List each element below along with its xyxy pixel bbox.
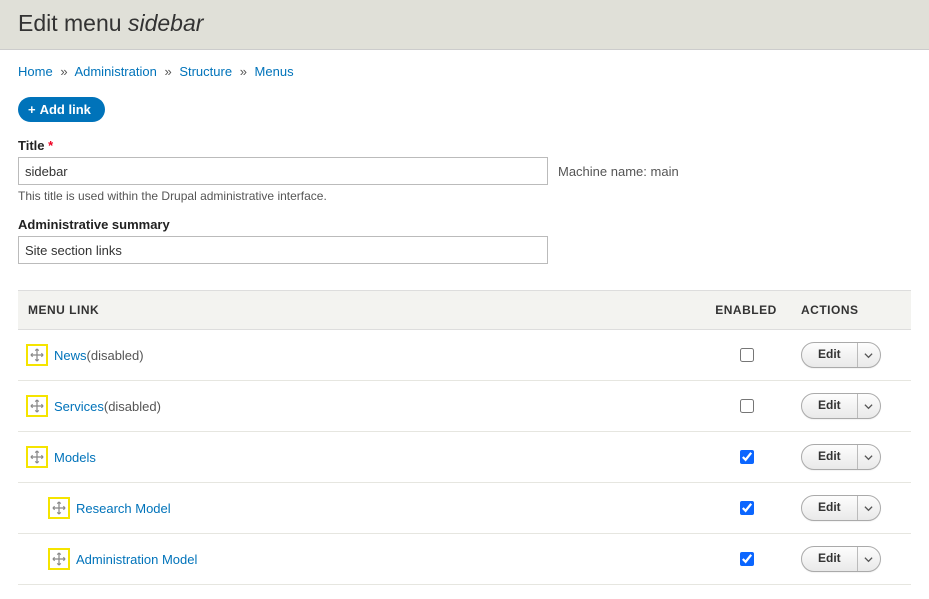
menu-link[interactable]: Administration Model bbox=[76, 552, 197, 567]
disabled-tag: (disabled) bbox=[87, 348, 144, 363]
table-row: Models Edit bbox=[18, 432, 911, 483]
breadcrumb-structure[interactable]: Structure bbox=[179, 64, 232, 79]
col-menu-link: MENU LINK bbox=[18, 291, 701, 330]
machine-name: Machine name: main bbox=[558, 164, 679, 179]
breadcrumb: Home » Administration » Structure » Menu… bbox=[18, 64, 911, 79]
chevron-down-icon[interactable] bbox=[858, 496, 880, 520]
chevron-down-icon[interactable] bbox=[858, 343, 880, 367]
page-title-bar: Edit menu sidebar bbox=[0, 0, 929, 50]
title-label: Title * bbox=[18, 138, 911, 153]
add-link-button[interactable]: + Add link bbox=[18, 97, 105, 122]
summary-field: Administrative summary bbox=[18, 217, 911, 264]
edit-button-label: Edit bbox=[802, 496, 858, 520]
page-title-em: sidebar bbox=[128, 10, 203, 36]
edit-button-label: Edit bbox=[802, 343, 858, 367]
edit-button-label: Edit bbox=[802, 445, 858, 469]
drag-handle-icon[interactable] bbox=[28, 448, 46, 466]
page-title: Edit menu sidebar bbox=[18, 10, 911, 37]
page-title-prefix: Edit menu bbox=[18, 10, 128, 36]
edit-button-label: Edit bbox=[802, 547, 858, 571]
chevron-down-icon[interactable] bbox=[858, 547, 880, 571]
breadcrumb-sep: » bbox=[240, 64, 247, 79]
disabled-tag: (disabled) bbox=[104, 399, 161, 414]
edit-button-label: Edit bbox=[802, 394, 858, 418]
drag-handle-icon[interactable] bbox=[28, 346, 46, 364]
col-enabled: ENABLED bbox=[701, 291, 791, 330]
chevron-down-icon[interactable] bbox=[858, 394, 880, 418]
drag-handle-icon[interactable] bbox=[28, 397, 46, 415]
drag-handle-icon[interactable] bbox=[50, 550, 68, 568]
edit-button[interactable]: Edit bbox=[801, 495, 881, 521]
required-marker: * bbox=[48, 138, 53, 153]
drag-handle-icon[interactable] bbox=[50, 499, 68, 517]
table-row: Administration Model Edit bbox=[18, 534, 911, 585]
enabled-checkbox[interactable] bbox=[740, 501, 754, 515]
summary-input[interactable] bbox=[18, 236, 548, 264]
title-help: This title is used within the Drupal adm… bbox=[18, 189, 911, 203]
plus-icon: + bbox=[28, 102, 36, 117]
add-link-label: Add link bbox=[40, 102, 91, 117]
summary-label: Administrative summary bbox=[18, 217, 911, 232]
enabled-checkbox[interactable] bbox=[740, 399, 754, 413]
edit-button[interactable]: Edit bbox=[801, 444, 881, 470]
breadcrumb-menus[interactable]: Menus bbox=[255, 64, 294, 79]
table-row: Research Model Edit bbox=[18, 483, 911, 534]
edit-button[interactable]: Edit bbox=[801, 393, 881, 419]
enabled-checkbox[interactable] bbox=[740, 552, 754, 566]
edit-button[interactable]: Edit bbox=[801, 546, 881, 572]
menu-links-table: MENU LINK ENABLED ACTIONS News (disabled… bbox=[18, 290, 911, 585]
col-actions: ACTIONS bbox=[791, 291, 911, 330]
title-field: Title * Machine name: main This title is… bbox=[18, 138, 911, 203]
menu-link[interactable]: Services bbox=[54, 399, 104, 414]
breadcrumb-administration[interactable]: Administration bbox=[74, 64, 156, 79]
table-row: News (disabled) Edit bbox=[18, 330, 911, 381]
enabled-checkbox[interactable] bbox=[740, 348, 754, 362]
edit-button[interactable]: Edit bbox=[801, 342, 881, 368]
breadcrumb-sep: » bbox=[164, 64, 171, 79]
breadcrumb-home[interactable]: Home bbox=[18, 64, 53, 79]
menu-link[interactable]: Research Model bbox=[76, 501, 171, 516]
title-input[interactable] bbox=[18, 157, 548, 185]
table-row: Services (disabled) Edit bbox=[18, 381, 911, 432]
enabled-checkbox[interactable] bbox=[740, 450, 754, 464]
chevron-down-icon[interactable] bbox=[858, 445, 880, 469]
breadcrumb-sep: » bbox=[60, 64, 67, 79]
menu-link[interactable]: News bbox=[54, 348, 87, 363]
menu-link[interactable]: Models bbox=[54, 450, 96, 465]
